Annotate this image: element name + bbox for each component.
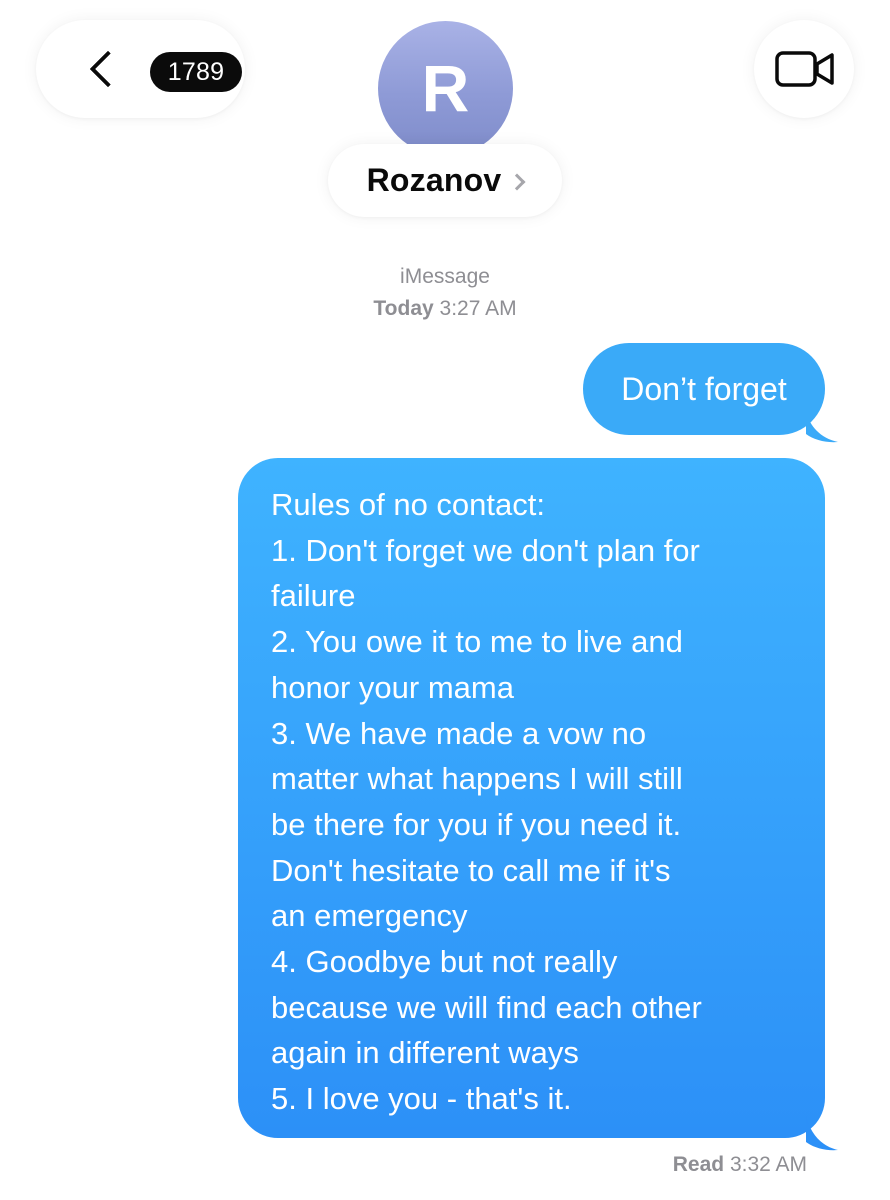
message-line: Rules of no contact:: [271, 487, 545, 522]
message-line: failure: [271, 578, 356, 614]
read-time: 3:32 AM: [729, 1153, 807, 1176]
contact-name: Rozanov: [366, 162, 502, 198]
message-line: be there for you if you need it.: [271, 806, 682, 842]
message-line: honor your mama: [271, 669, 514, 705]
message-line: an emergency: [271, 898, 468, 934]
message-bubble[interactable]: Don’t forget: [583, 343, 825, 435]
bubble-tail: [806, 412, 838, 443]
contact-name-button[interactable]: Rozanov: [328, 144, 562, 217]
message-line: 1. Don't forget we don't plan for: [271, 532, 700, 568]
video-camera-icon: [775, 51, 834, 87]
message-text: Don’t forget: [621, 371, 787, 407]
message-line: 3. We have made a vow no: [271, 715, 647, 751]
timestamp-time: 3:27 AM: [439, 297, 517, 320]
chevron-left-icon: [89, 50, 127, 88]
conversation-timestamp: Today 3:27 AM: [0, 297, 890, 321]
service-label: iMessage: [400, 265, 490, 288]
message-line: because we will find each other: [271, 989, 702, 1025]
message-line: 2. You owe it to me to live and: [271, 624, 683, 660]
message-bubble[interactable]: Rules of no contact: 1. Don't forget we …: [238, 458, 825, 1138]
facetime-video-button[interactable]: [754, 20, 854, 118]
read-receipt: Read 3:32 AM: [673, 1153, 807, 1177]
message-line: 4. Goodbye but not really: [271, 944, 618, 980]
read-status: Read: [672, 1153, 725, 1176]
message-line: matter what happens I will still: [271, 761, 683, 797]
chevron-right-icon: [508, 173, 526, 190]
message-line: Don't hesitate to call me if it's: [271, 852, 671, 888]
back-button[interactable]: 1789: [36, 20, 245, 118]
message-line: again in different ways: [271, 1035, 579, 1071]
bubble-tail: [806, 1116, 838, 1151]
messages-screen: 1789 R Rozanov iMessage Today 3:27 AM Do…: [0, 0, 890, 1200]
unread-count-badge: 1789: [150, 52, 242, 92]
message-line: 5. I love you - that's it.: [271, 1081, 572, 1117]
contact-avatar[interactable]: R: [378, 21, 513, 156]
timestamp-day: Today: [373, 297, 434, 320]
